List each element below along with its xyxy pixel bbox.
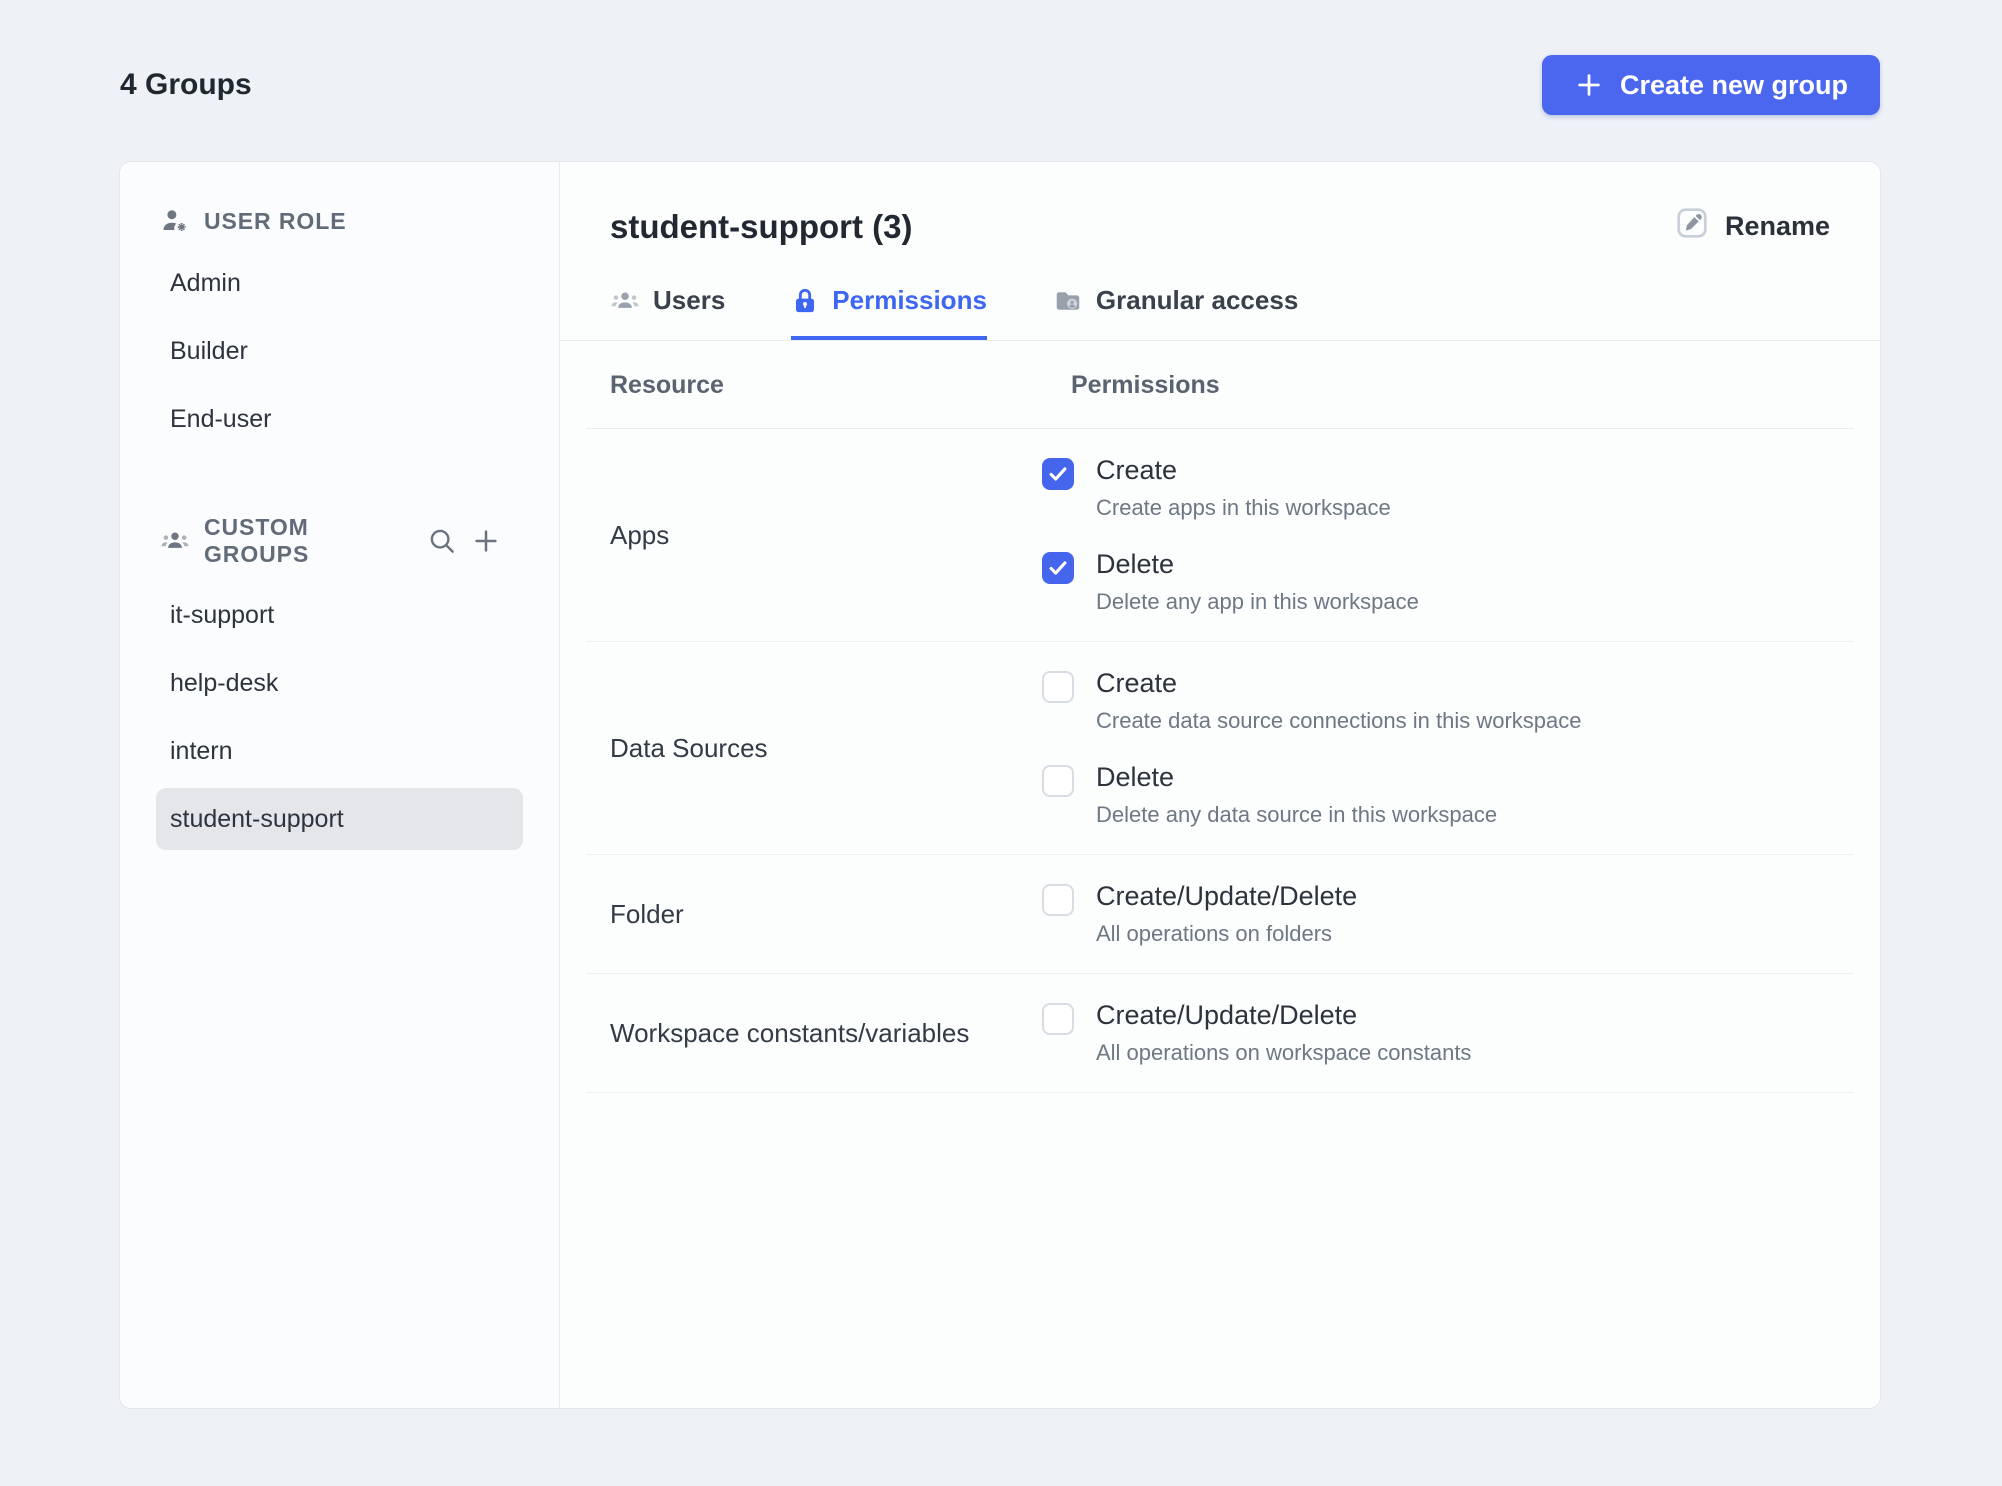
rename-label: Rename — [1724, 211, 1830, 241]
users-icon — [610, 286, 640, 316]
group-detail-header: student-support (3) Rename Users Permiss… — [560, 162, 1880, 341]
group-detail-panel: student-support (3) Rename Users Permiss… — [560, 162, 1880, 1408]
table-row-folder: Folder Create/Update/Delete All operatio… — [586, 855, 1854, 974]
permission-checkbox[interactable] — [1042, 884, 1074, 916]
search-icon[interactable] — [427, 526, 457, 556]
folder-user-icon — [1053, 286, 1083, 316]
column-header-permissions: Permissions — [1071, 371, 1220, 399]
groups-count-heading: 4 Groups — [120, 68, 252, 101]
resource-label: Apps — [610, 519, 670, 550]
tab-granular-access[interactable]: Granular access — [1053, 285, 1298, 340]
sidebar-item-builder[interactable]: Builder — [156, 320, 523, 382]
lock-icon — [791, 287, 819, 315]
create-new-group-label: Create new group — [1619, 69, 1848, 100]
permission-apps-delete: Delete Delete any app in this workspace — [1042, 549, 1854, 615]
sidebar-item-student-support[interactable]: student-support — [156, 788, 523, 850]
permissions-table: Resource Permissions Apps Create Create … — [586, 341, 1854, 1093]
column-header-resource: Resource — [610, 371, 724, 399]
permission-checkbox[interactable] — [1042, 1003, 1074, 1035]
plus-icon — [1574, 70, 1604, 100]
tab-users[interactable]: Users — [610, 285, 725, 340]
permissions-table-header: Resource Permissions — [586, 341, 1854, 429]
permission-data-sources-delete: Delete Delete any data source in this wo… — [1042, 762, 1854, 828]
permission-apps-create: Create Create apps in this workspace — [1042, 455, 1854, 521]
sidebar: USER ROLE Admin Builder End-user CUSTOM … — [120, 162, 560, 1408]
user-role-list: Admin Builder End-user — [156, 252, 523, 450]
resource-label: Data Sources — [610, 732, 768, 763]
table-row-workspace-constants-variables: Workspace constants/variables Create/Upd… — [586, 974, 1854, 1093]
permission-workspace-constants-variables-create-update-delete: Create/Update/Delete All operations on w… — [1042, 1000, 1854, 1066]
permission-checkbox[interactable] — [1042, 552, 1074, 584]
groups-card: USER ROLE Admin Builder End-user CUSTOM … — [119, 161, 1881, 1409]
tab-bar: Users Permissions Granular access — [610, 285, 1830, 340]
sidebar-item-end-user[interactable]: End-user — [156, 388, 523, 450]
custom-groups-list: it-support help-desk intern student-supp… — [156, 584, 523, 850]
permission-data-sources-create: Create Create data source connections in… — [1042, 668, 1854, 734]
user-role-section-header: USER ROLE — [160, 206, 501, 236]
people-group-icon — [160, 526, 190, 556]
group-title: student-support (3) — [610, 207, 913, 245]
custom-groups-section-title: CUSTOM GROUPS — [204, 514, 310, 567]
custom-groups-section-header: CUSTOM GROUPS — [160, 514, 501, 568]
tab-permissions[interactable]: Permissions — [791, 285, 987, 340]
permission-checkbox[interactable] — [1042, 765, 1074, 797]
resource-label: Folder — [610, 898, 684, 929]
rename-button[interactable]: Rename — [1673, 204, 1830, 249]
sidebar-item-admin[interactable]: Admin — [156, 252, 523, 314]
table-row-apps: Apps Create Create apps in this workspac… — [586, 429, 1854, 642]
user-gear-icon — [160, 206, 190, 236]
permissions-table-body: Apps Create Create apps in this workspac… — [586, 429, 1854, 1093]
topbar: 4 Groups Create new group — [120, 55, 1880, 115]
sidebar-item-intern[interactable]: intern — [156, 720, 523, 782]
user-role-section-title: USER ROLE — [204, 207, 347, 234]
sidebar-item-it-support[interactable]: it-support — [156, 584, 523, 646]
permission-folder-create-update-delete: Create/Update/Delete All operations on f… — [1042, 881, 1854, 947]
permission-checkbox[interactable] — [1042, 671, 1074, 703]
create-new-group-button[interactable]: Create new group — [1541, 55, 1880, 115]
edit-icon — [1673, 204, 1711, 249]
permission-checkbox[interactable] — [1042, 458, 1074, 490]
groups-admin-page: 4 Groups Create new group USER ROLE Admi… — [0, 0, 2002, 1486]
table-row-data-sources: Data Sources Create Create data source c… — [586, 642, 1854, 855]
resource-label: Workspace constants/variables — [610, 1017, 970, 1048]
plus-icon[interactable] — [471, 526, 501, 556]
sidebar-item-help-desk[interactable]: help-desk — [156, 652, 523, 714]
